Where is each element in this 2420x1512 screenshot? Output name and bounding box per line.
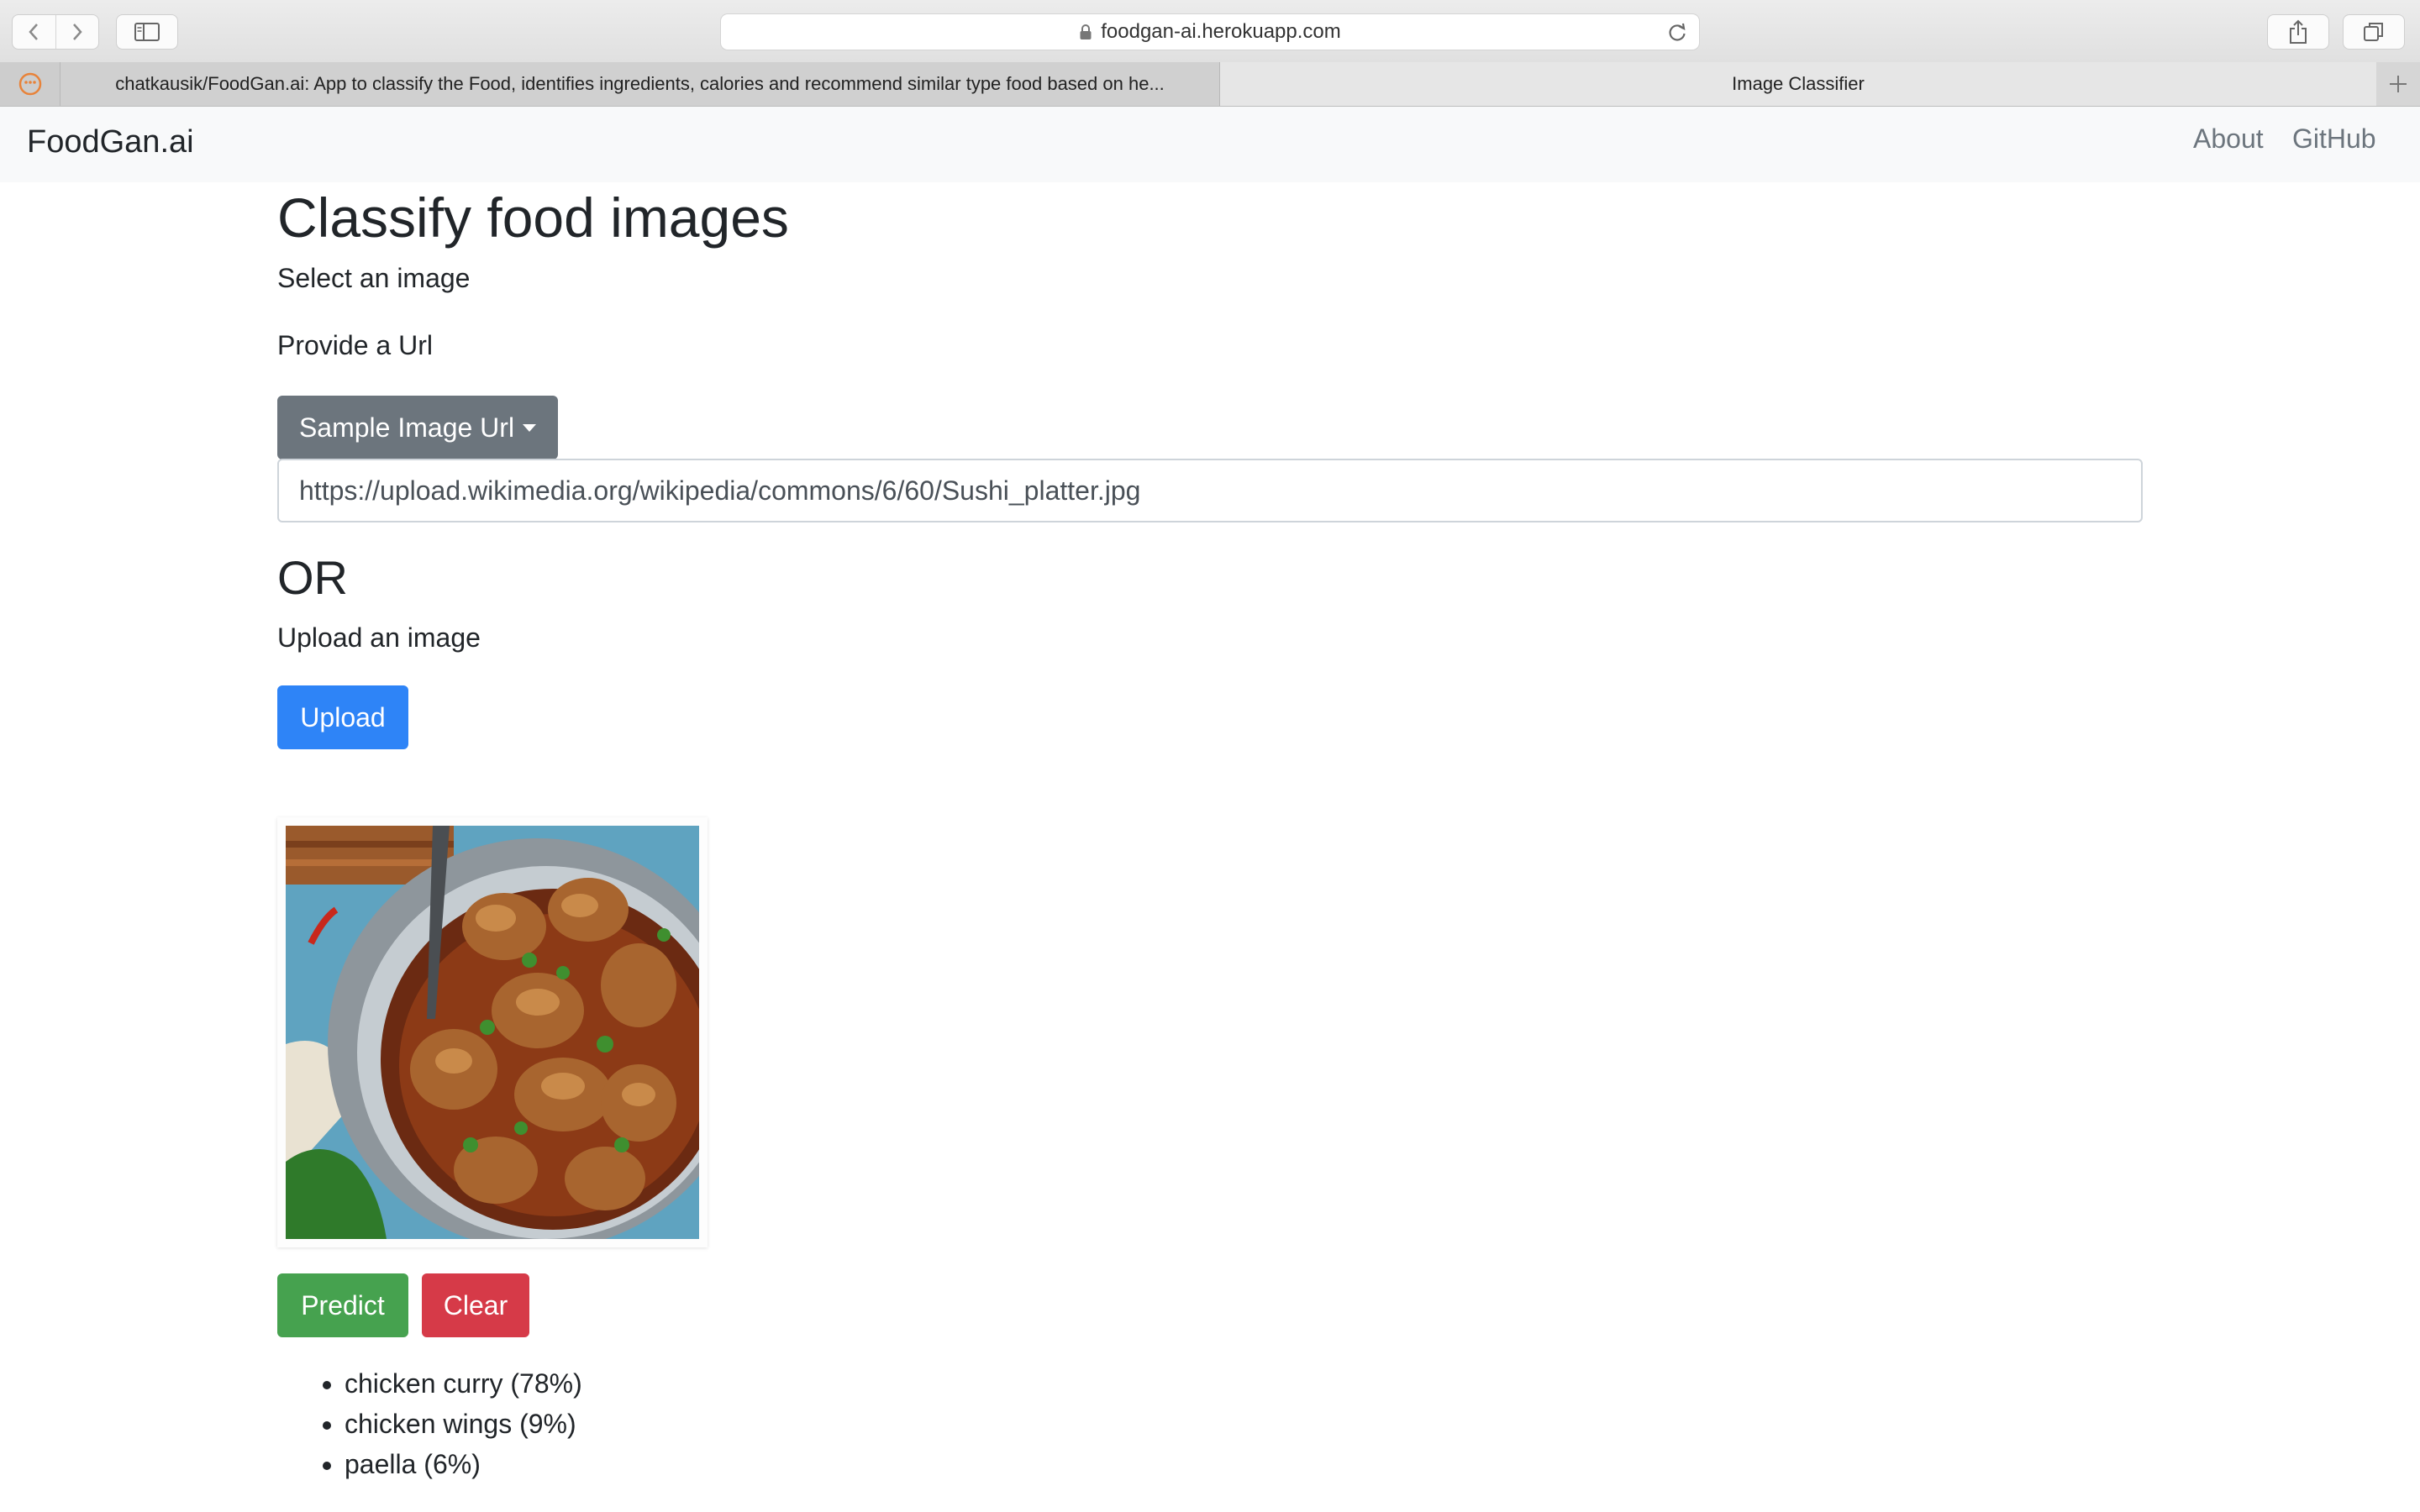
upload-image-label: Upload an image	[277, 622, 481, 653]
sample-image-url-dropdown[interactable]: Sample Image Url	[277, 396, 558, 459]
pinned-site-icon	[18, 72, 41, 96]
navbar: FoodGan.ai About GitHub	[0, 107, 2420, 182]
provide-url-label: Provide a Url	[277, 330, 433, 360]
sample-image-url-label: Sample Image Url	[298, 412, 515, 443]
predict-button[interactable]: Predict	[277, 1273, 408, 1337]
page-title: Classify food images	[277, 186, 789, 249]
prediction-item: chicken wings (9%)	[345, 1404, 582, 1444]
nav-link-about[interactable]: About	[2193, 118, 2264, 159]
upload-button[interactable]: Upload	[277, 685, 408, 749]
address-text: foodgan-ai.herokuapp.com	[1101, 20, 1341, 43]
uploaded-image-preview	[277, 817, 708, 1247]
browser-toolbar: foodgan-ai.herokuapp.com	[0, 0, 2420, 63]
brand-link[interactable]: FoodGan.ai	[27, 118, 194, 166]
tabs-icon	[2364, 23, 2383, 41]
address-bar[interactable]: foodgan-ai.herokuapp.com	[720, 13, 1700, 50]
new-tab-button[interactable]	[2376, 62, 2420, 106]
prediction-list: chicken curry (78%) chicken wings (9%) p…	[277, 1363, 582, 1484]
lock-icon	[1080, 24, 1092, 39]
select-image-label: Select an image	[277, 263, 471, 293]
chicken-curry-image	[286, 826, 699, 1239]
prediction-item: paella (6%)	[345, 1444, 582, 1484]
tab-overview-button[interactable]	[2343, 14, 2405, 50]
sidebar-icon	[134, 23, 160, 41]
pinned-tab[interactable]	[0, 62, 60, 106]
forward-icon[interactable]	[56, 15, 99, 49]
history-nav-group	[12, 14, 99, 50]
plus-icon	[2390, 76, 2407, 92]
caret-down-icon	[523, 423, 537, 432]
or-heading: OR	[277, 551, 348, 604]
share-icon	[2290, 19, 2307, 44]
share-button[interactable]	[2267, 14, 2329, 50]
prediction-item: chicken curry (78%)	[345, 1363, 582, 1404]
tab-bar: chatkausik/FoodGan.ai: App to classify t…	[0, 62, 2420, 107]
nav-link-github[interactable]: GitHub	[2292, 118, 2376, 159]
tab-github[interactable]: chatkausik/FoodGan.ai: App to classify t…	[60, 62, 1220, 106]
back-icon[interactable]	[13, 15, 56, 49]
clear-button[interactable]: Clear	[422, 1273, 529, 1337]
sidebar-toggle-button[interactable]	[116, 14, 178, 50]
reload-icon[interactable]	[1667, 21, 1687, 49]
image-url-input[interactable]	[277, 459, 2143, 522]
tab-image-classifier[interactable]: Image Classifier	[1220, 62, 2376, 106]
